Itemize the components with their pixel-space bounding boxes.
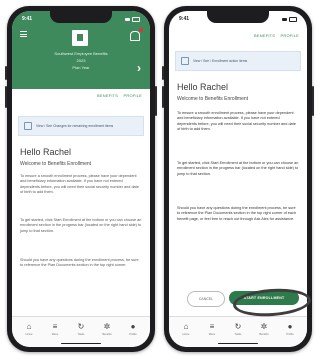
menu-icon[interactable] <box>20 31 27 39</box>
gear-icon: ✲ <box>103 322 111 331</box>
notification-icon[interactable] <box>130 31 140 41</box>
person-icon: ● <box>287 322 293 331</box>
greeting: Hello Rachel <box>20 147 72 157</box>
gear-icon: ✲ <box>260 322 268 331</box>
greeting: Hello Rachel <box>177 82 229 92</box>
person-icon: ● <box>130 322 136 331</box>
status-indicators <box>125 16 140 22</box>
home-icon: ⌂ <box>183 322 189 331</box>
menu-icon: ≡ <box>209 322 215 331</box>
home-indicator <box>61 342 101 344</box>
phone-notch <box>207 11 269 23</box>
signal-icon <box>282 17 287 21</box>
signal-icon <box>125 17 130 21</box>
status-indicators <box>282 16 297 22</box>
tab-benefits[interactable]: ✲ Benefits <box>256 317 272 347</box>
profile-link[interactable]: PROFILE <box>280 33 299 38</box>
volume-button <box>162 66 164 80</box>
home-icon: ⌂ <box>26 322 32 331</box>
home-indicator <box>218 342 258 344</box>
phone-left: 9:41 Southwest Employee Benefits 2023 Pl… <box>5 6 157 352</box>
volume-button <box>5 86 7 108</box>
tab-home[interactable]: ⌂ Home <box>21 317 37 347</box>
notice-text: View / See / Enrollment action items <box>193 59 248 63</box>
screen-left: 9:41 Southwest Employee Benefits 2023 Pl… <box>12 11 150 347</box>
notification-badge <box>139 28 143 32</box>
chevron-right-icon[interactable]: › <box>137 61 141 75</box>
power-button <box>155 86 157 116</box>
power-button <box>312 86 314 116</box>
battery-icon <box>132 16 140 22</box>
instructions-paragraph: Should you have any questions during the… <box>20 258 139 268</box>
tab-home[interactable]: ⌂ Home <box>178 317 194 347</box>
benefits-link[interactable]: BENEFITS <box>97 93 118 98</box>
profile-link[interactable]: PROFILE <box>123 93 142 98</box>
welcome-text: Welcome to Benefits Enrollment <box>177 96 249 102</box>
cancel-button[interactable]: CANCEL <box>187 291 225 307</box>
refresh-icon: ↻ <box>234 322 242 331</box>
welcome-text: Welcome to Benefits Enrollment <box>20 161 92 167</box>
notice-banner[interactable]: View / See / Enrollment action items <box>175 51 301 71</box>
tab-benefits[interactable]: ✲ Benefits <box>99 317 115 347</box>
volume-button <box>5 66 7 80</box>
top-links: BENEFITS PROFILE <box>250 33 299 38</box>
menu-icon: ≡ <box>52 322 58 331</box>
info-icon <box>24 122 32 130</box>
status-time: 9:41 <box>179 16 190 22</box>
volume-button <box>162 86 164 108</box>
company-logo <box>72 30 88 46</box>
notice-text: View / See Changes for remaining enrollm… <box>36 124 114 128</box>
instructions-paragraph: To ensure a smooth enrollment process, p… <box>20 174 139 194</box>
tab-profile[interactable]: ● Profile <box>125 317 141 347</box>
instructions-paragraph: To get started, click Start Enrollment a… <box>177 161 299 176</box>
instructions-paragraph: To get started, click Start Enrollment a… <box>20 218 142 233</box>
instructions-paragraph: Should you have any questions during the… <box>177 206 297 221</box>
status-time: 9:41 <box>22 16 33 22</box>
header-subtitle: Plan Year <box>72 65 90 70</box>
header-year: 2023 <box>76 58 86 63</box>
info-icon <box>181 57 189 65</box>
refresh-icon: ↻ <box>77 322 85 331</box>
instructions-paragraph: To ensure a smooth enrollment process, p… <box>177 111 296 131</box>
phone-notch <box>50 11 112 23</box>
battery-icon <box>289 16 297 22</box>
top-links: BENEFITS PROFILE <box>93 93 142 98</box>
notice-banner[interactable]: View / See Changes for remaining enrollm… <box>18 116 144 136</box>
header-title: Southwest Employee Benefits <box>54 51 108 56</box>
tab-profile[interactable]: ● Profile <box>282 317 298 347</box>
benefits-link[interactable]: BENEFITS <box>254 33 275 38</box>
